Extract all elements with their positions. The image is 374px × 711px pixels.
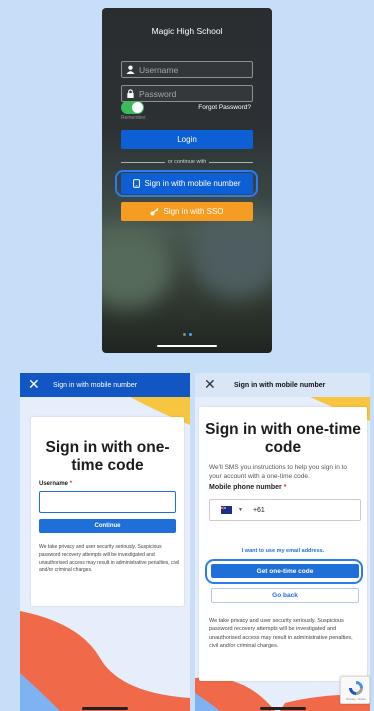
- background-blur: [192, 208, 272, 298]
- login-screen: Magic High School Username Password Reme…: [102, 8, 272, 353]
- login-button-label: Login: [177, 135, 197, 144]
- get-code-button[interactable]: Get one-time code: [211, 564, 359, 578]
- recaptcha-badge[interactable]: Privacy - Terms: [340, 676, 370, 704]
- security-note: We take privacy and user security seriou…: [209, 618, 353, 650]
- phone-label-text: Mobile phone number: [209, 484, 282, 491]
- page-dot-active: [188, 333, 192, 336]
- australia-flag-icon[interactable]: [221, 506, 232, 514]
- sign-in-mobile-label: Sign in with mobile number: [144, 179, 241, 188]
- phone-label: Mobile phone number *: [209, 484, 286, 491]
- key-icon: [150, 207, 159, 215]
- country-code: +61: [252, 506, 265, 514]
- phone-number-screen: ✕ Sign in with mobile number Sign in wit…: [195, 373, 370, 711]
- page-dot: [182, 333, 186, 336]
- card-title: Sign in with one-time code: [45, 439, 170, 474]
- login-button[interactable]: Login: [121, 130, 253, 149]
- password-placeholder: Password: [139, 88, 177, 99]
- required-marker: *: [69, 481, 73, 487]
- required-marker: *: [283, 484, 287, 491]
- user-icon: [126, 65, 135, 74]
- sign-in-sso-label: Sign in with SSO: [163, 207, 224, 216]
- page-indicator: [102, 333, 272, 336]
- continue-with-divider: or continue with: [121, 159, 253, 165]
- divider-line: [121, 161, 165, 163]
- header-bar: ✕ Sign in with mobile number: [195, 373, 370, 397]
- phone-number-input[interactable]: ▼ +61: [209, 499, 361, 521]
- close-icon[interactable]: ✕: [204, 376, 216, 392]
- username-label: Username *: [39, 481, 72, 487]
- remember-label: Remember: [121, 115, 146, 121]
- close-icon[interactable]: ✕: [28, 376, 40, 392]
- divider-text: or continue with: [167, 159, 207, 165]
- sign-in-mobile-button[interactable]: Sign in with mobile number: [121, 173, 253, 194]
- username-input[interactable]: [39, 491, 176, 513]
- lock-icon: [127, 89, 134, 98]
- username-placeholder: Username: [139, 64, 179, 75]
- remember-toggle[interactable]: [121, 101, 144, 114]
- username-label-text: Username: [39, 481, 69, 487]
- card-title: Sign in with one-time code: [205, 421, 361, 456]
- divider-line: [209, 161, 253, 163]
- recaptcha-text[interactable]: Privacy - Terms: [342, 697, 370, 701]
- username-field[interactable]: Username: [121, 61, 253, 78]
- username-screen: ✕ Sign in with mobile number Sign in wit…: [20, 373, 190, 711]
- continue-button-label: Continue: [94, 523, 121, 529]
- home-indicator: [82, 707, 128, 710]
- sign-in-sso-button[interactable]: Sign in with SSO: [121, 202, 253, 221]
- background-blur: [102, 228, 172, 308]
- continue-button[interactable]: Continue: [39, 519, 176, 533]
- go-back-label: Go back: [272, 592, 298, 599]
- chevron-down-icon[interactable]: ▼: [238, 507, 243, 513]
- recaptcha-icon: [349, 681, 363, 695]
- use-email-link[interactable]: I want to use my email address.: [199, 548, 367, 554]
- school-name: Magic High School: [151, 26, 223, 36]
- password-field[interactable]: Password: [121, 85, 253, 102]
- home-indicator: [157, 345, 217, 347]
- sign-in-card: Sign in with one-time code We'll SMS you…: [199, 407, 367, 681]
- header-title: Sign in with mobile number: [53, 381, 138, 389]
- mobile-phone-icon: [133, 179, 141, 188]
- get-code-label: Get one-time code: [256, 567, 314, 575]
- security-note: We take privacy and user security seriou…: [39, 544, 180, 574]
- home-indicator: [260, 707, 306, 710]
- go-back-button[interactable]: Go back: [211, 588, 359, 603]
- intro-text: We'll SMS you instructions to help you s…: [209, 464, 348, 480]
- forgot-password-link[interactable]: Forgot Password?: [198, 104, 251, 111]
- header-title: Sign in with mobile number: [234, 381, 326, 389]
- header-bar: ✕ Sign in with mobile number: [20, 373, 190, 397]
- sign-in-card: Sign in with one-time code Username * Co…: [31, 417, 184, 606]
